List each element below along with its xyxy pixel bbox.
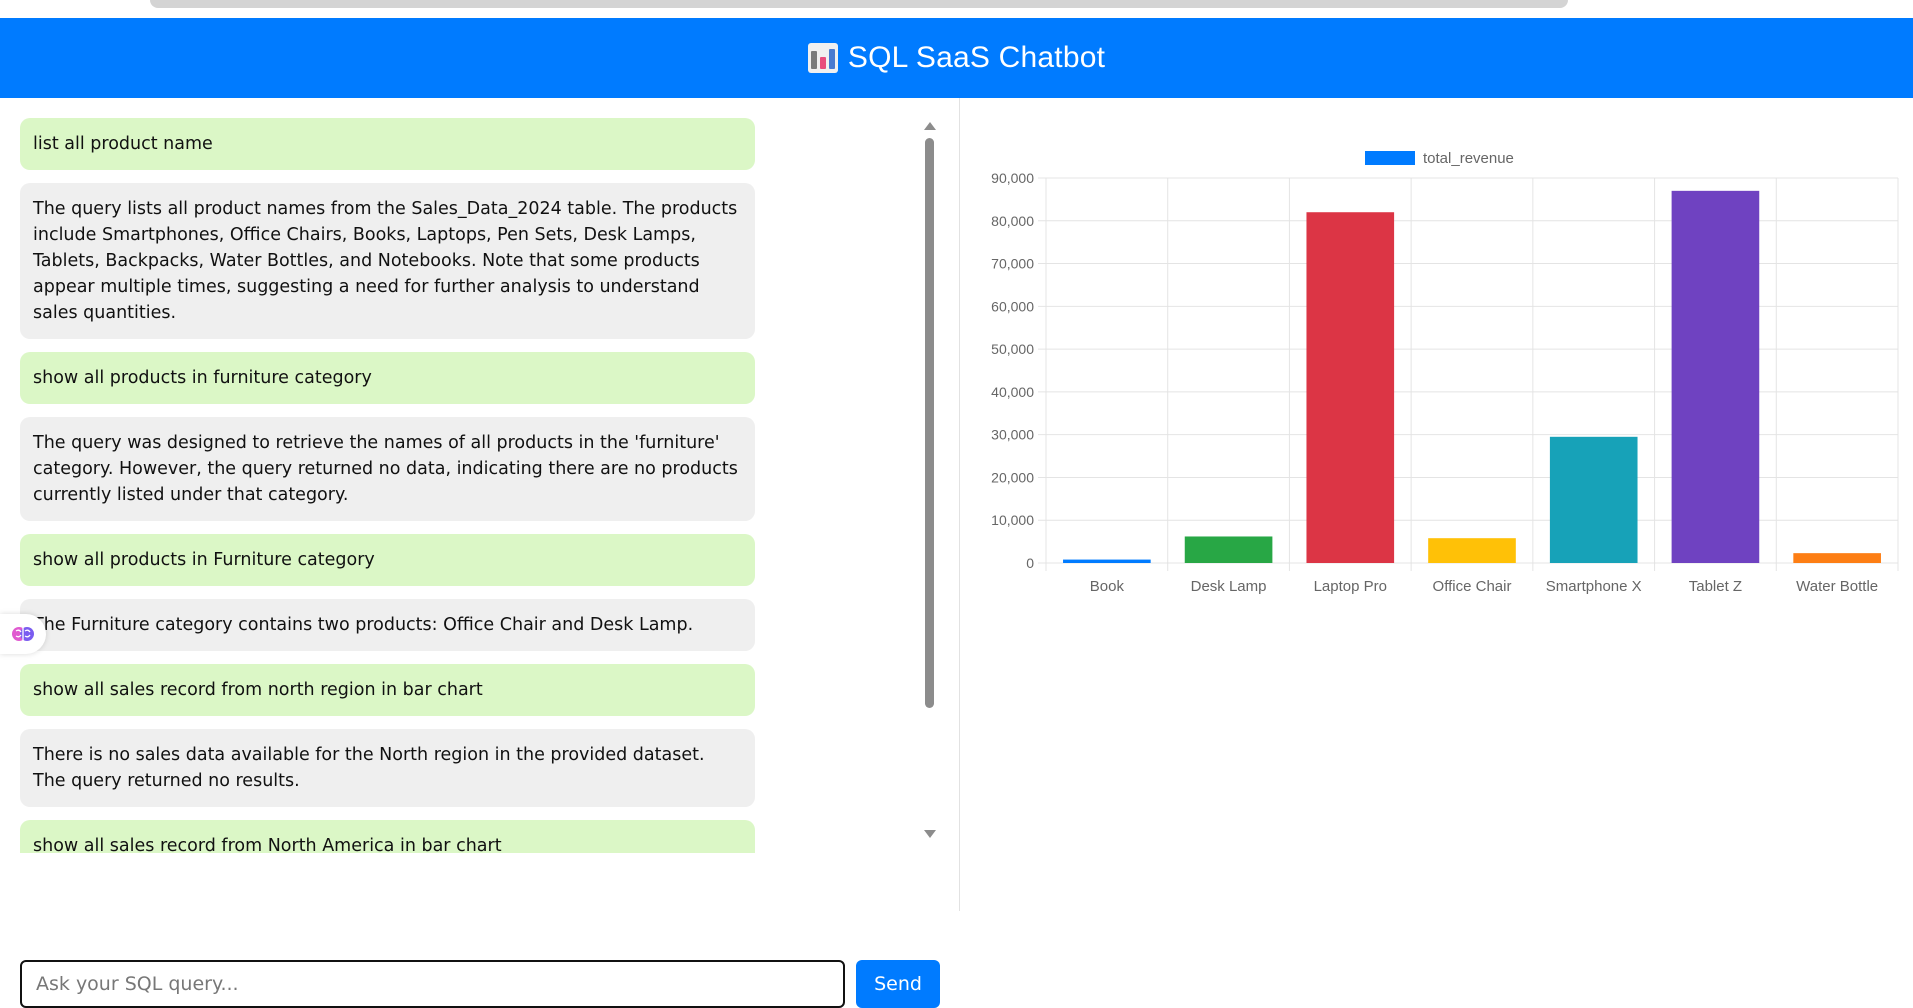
user-message: show all products in Furniture category	[20, 534, 755, 586]
revenue-bar-chart: 0 10,000 20,000 30,000 40,000 50,000 60,000 70,…	[991, 150, 1899, 595]
user-message: show all sales record from north region …	[20, 664, 755, 716]
bar	[1184, 536, 1273, 563]
y-tick-label: 10,000	[991, 512, 1034, 528]
legend-label: total_revenue	[1423, 150, 1514, 167]
query-form: Send	[20, 960, 940, 1008]
query-input[interactable]	[20, 960, 845, 1008]
legend-swatch	[1365, 151, 1415, 165]
user-message: show all products in furniture category	[20, 352, 755, 404]
scroll-down-arrow-icon[interactable]	[924, 830, 936, 838]
y-tick-label: 30,000	[991, 427, 1034, 443]
chart-panel: 0 10,000 20,000 30,000 40,000 50,000 60,000 70,…	[961, 98, 1913, 911]
app-header: SQL SaaS Chatbot	[0, 18, 1913, 98]
x-tick-label: Desk Lamp	[1191, 578, 1267, 595]
bar	[1549, 436, 1638, 563]
horizontal-scrollbar[interactable]	[150, 0, 1568, 8]
y-tick-label: 70,000	[991, 256, 1034, 272]
bot-message: The Furniture category contains two prod…	[20, 599, 755, 651]
y-tick-label: 40,000	[991, 384, 1034, 400]
y-tick-label: 90,000	[991, 170, 1034, 186]
x-tick-label: Laptop Pro	[1314, 578, 1387, 595]
bot-message: There is no sales data available for the…	[20, 729, 755, 807]
user-message: list all product name	[20, 118, 755, 170]
y-tick-label: 50,000	[991, 341, 1034, 357]
bar	[1671, 190, 1760, 563]
bot-message: The query was designed to retrieve the n…	[20, 417, 755, 521]
bot-message: The query lists all product names from t…	[20, 183, 755, 339]
bar-chart-icon	[807, 43, 838, 73]
x-tick-label: Smartphone X	[1546, 578, 1642, 595]
x-tick-label: Book	[1090, 578, 1125, 595]
bar	[1063, 559, 1151, 563]
y-tick-label: 60,000	[991, 298, 1034, 314]
chat-scrollbar[interactable]	[922, 118, 938, 838]
bar	[1793, 553, 1881, 563]
bar	[1306, 212, 1395, 563]
brain-icon[interactable]	[0, 614, 46, 654]
scrollbar-thumb[interactable]	[925, 138, 934, 708]
y-tick-label: 80,000	[991, 213, 1034, 229]
chat-panel: list all product name The query lists all…	[0, 98, 960, 1008]
send-button[interactable]: Send	[856, 960, 940, 1008]
browser-top-strip	[0, 0, 1913, 19]
user-message: show all sales record from North America…	[20, 820, 755, 853]
x-tick-label: Tablet Z	[1689, 578, 1742, 595]
x-tick-label: Water Bottle	[1796, 578, 1878, 595]
app-title: SQL SaaS Chatbot	[847, 41, 1106, 74]
scroll-up-arrow-icon[interactable]	[924, 122, 936, 130]
bar	[1428, 538, 1516, 563]
y-tick-label: 0	[1026, 555, 1034, 571]
chat-history: list all product name The query lists all…	[20, 118, 755, 853]
x-tick-label: Office Chair	[1433, 578, 1512, 595]
y-tick-label: 20,000	[991, 469, 1034, 485]
